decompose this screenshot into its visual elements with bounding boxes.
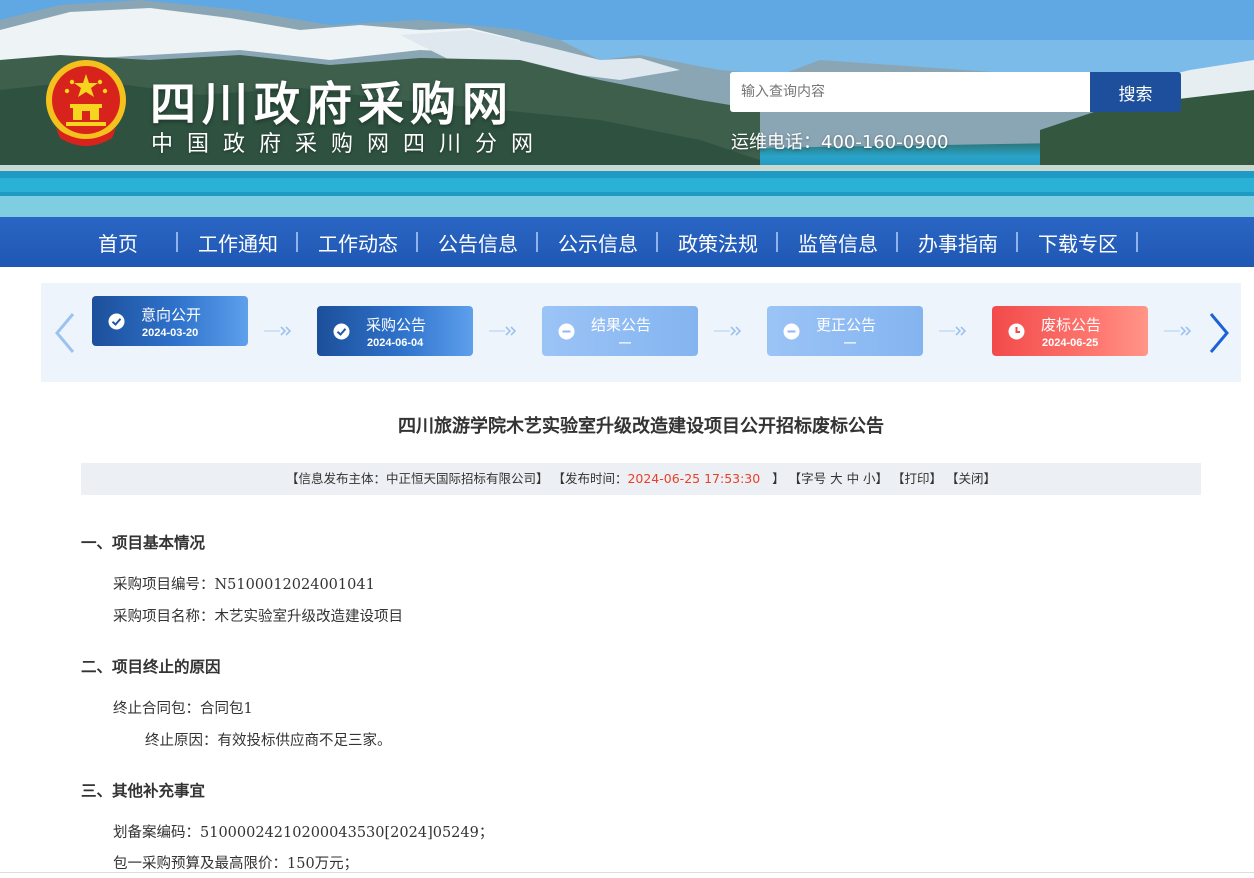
chevron-right-icon[interactable] <box>1203 311 1233 355</box>
termination-reason: 终止原因：有效投标供应商不足三家。 <box>145 733 392 749</box>
check-circle-icon <box>108 313 125 330</box>
section-heading: 一、项目基本情况 <box>81 533 206 552</box>
double-chevron-icon <box>264 326 292 336</box>
national-emblem-icon <box>46 60 126 146</box>
step-label: 废标公告 <box>1041 316 1102 334</box>
double-chevron-icon <box>939 326 967 336</box>
step-result-notice[interactable]: 结果公告 — <box>542 306 698 356</box>
header-banner: 四川政府采购网 中国政府采购网四川分网 搜索 运维电话：400-160-0900 <box>0 0 1254 217</box>
step-label: 采购公告 <box>366 316 427 334</box>
double-chevron-icon <box>489 326 517 336</box>
chevron-left-icon[interactable] <box>51 311 81 355</box>
step-correction-notice[interactable]: 更正公告 — <box>767 306 923 356</box>
print-link[interactable]: 【打印】 <box>892 471 942 486</box>
double-chevron-icon <box>1164 326 1192 336</box>
minus-circle-icon <box>558 323 575 340</box>
nav-item-announcements[interactable]: 公告信息 <box>418 228 538 257</box>
font-size-controls[interactable]: 【字号 大 中 小】 <box>789 471 888 486</box>
site-title: 四川政府采购网 <box>150 77 514 131</box>
project-name: 采购项目名称：木艺实验室升级改造建设项目 <box>113 609 403 625</box>
nav-item-home[interactable]: 首页 <box>58 228 178 257</box>
support-hotline: 运维电话：400-160-0900 <box>731 132 949 153</box>
section-heading: 三、其他补充事宜 <box>81 781 206 800</box>
publish-time-value: 2024-06-25 17:53:30 <box>627 471 761 486</box>
article-meta-bar: 【信息发布主体：中正恒天国际招标有限公司】 【发布时间：2024-06-25 1… <box>81 463 1201 495</box>
project-number: 采购项目编号：N5100012024001041 <box>113 577 375 593</box>
budget-limit: 包一采购预算及最高限价：150万元； <box>113 856 359 872</box>
nav-item-policies[interactable]: 政策法规 <box>658 228 778 257</box>
site-subtitle: 中国政府采购网四川分网 <box>151 132 548 157</box>
terminated-package: 终止合同包：合同包1 <box>113 701 253 717</box>
clock-icon <box>1008 323 1025 340</box>
step-date: 2024-03-20 <box>142 327 199 339</box>
step-intent-public[interactable]: 意向公开 2024-03-20 <box>92 296 248 346</box>
step-procurement-notice[interactable]: 采购公告 2024-06-04 <box>317 306 473 356</box>
step-date: 2024-06-04 <box>367 337 424 349</box>
close-link[interactable]: 【关闭】 <box>946 471 996 486</box>
step-label: 结果公告 <box>591 316 652 334</box>
double-chevron-icon <box>714 326 742 336</box>
check-circle-icon <box>333 323 350 340</box>
search-button[interactable]: 搜索 <box>1090 72 1181 112</box>
nav-item-guide[interactable]: 办事指南 <box>898 228 1018 257</box>
filing-code: 划备案编码：51000024210200043530[2024]05249； <box>113 825 494 841</box>
divider <box>0 872 1254 873</box>
nav-item-downloads[interactable]: 下载专区 <box>1018 228 1138 257</box>
step-label: 意向公开 <box>141 306 202 324</box>
article-title: 四川旅游学院木艺实验室升级改造建设项目公开招标废标公告 <box>398 416 884 437</box>
step-label: 更正公告 <box>816 316 877 334</box>
nav-item-work-notices[interactable]: 工作通知 <box>178 228 298 257</box>
publish-time-label: 【发布时间： <box>552 471 628 486</box>
nav-item-publicity[interactable]: 公示信息 <box>538 228 658 257</box>
nav-item-work-news[interactable]: 工作动态 <box>298 228 418 257</box>
step-date: 2024-06-25 <box>1042 337 1099 349</box>
search-input[interactable] <box>730 72 1090 112</box>
section-heading: 二、项目终止的原因 <box>81 657 221 676</box>
publisher-info: 【信息发布主体：中正恒天国际招标有限公司】 <box>285 471 549 486</box>
step-bid-cancel-notice[interactable]: 废标公告 2024-06-25 <box>992 306 1148 356</box>
nav-item-supervision[interactable]: 监管信息 <box>778 228 898 257</box>
step-date: — <box>619 335 631 349</box>
publish-time-close: 】 <box>772 471 785 486</box>
main-nav: 首页 工作通知 工作动态 公告信息 公示信息 政策法规 监管信息 办事指南 下载… <box>0 217 1254 267</box>
minus-circle-icon <box>783 323 800 340</box>
step-date: — <box>844 335 856 349</box>
